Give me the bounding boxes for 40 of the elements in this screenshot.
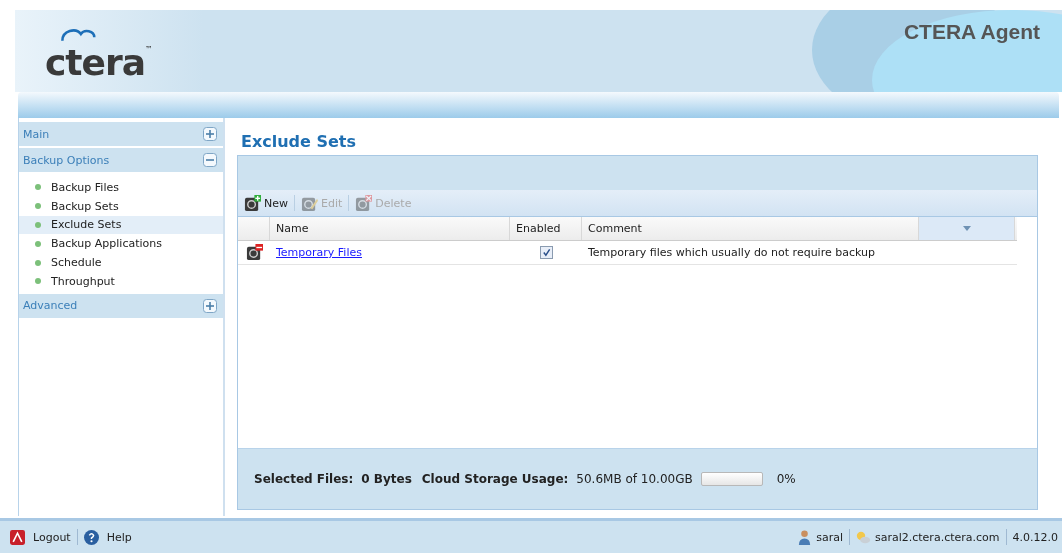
caret-icon: [962, 226, 971, 231]
sidebar-item[interactable]: Throughput: [19, 272, 223, 291]
sidebar-item[interactable]: Backup Sets: [19, 196, 223, 216]
section-label: Backup Options: [23, 153, 110, 167]
section-label: Advanced: [23, 299, 78, 313]
user-icon: [797, 529, 813, 545]
section-label: Main: [23, 127, 50, 141]
table-cell-text: Temporary files which usually do not require backup: [587, 245, 876, 261]
expand-icon[interactable]: [203, 298, 217, 313]
user-name: saral: [816, 530, 843, 544]
sidebar-item[interactable]: Backup Applications: [19, 234, 223, 254]
set-name-link[interactable]: Temporary Files: [276, 246, 362, 259]
expand-icon[interactable]: [203, 127, 217, 141]
sidebar-item[interactable]: Schedule: [19, 253, 223, 272]
help-icon: [83, 529, 99, 545]
server-name: saral2.ctera.ctera.com: [874, 530, 1000, 544]
summary-value: 0 Bytes: [361, 472, 412, 486]
server-icon: [855, 529, 871, 545]
add-icon: [244, 194, 261, 212]
enabled-checkbox[interactable]: [539, 246, 553, 259]
version-number: 4.0.12.0: [1012, 530, 1058, 544]
usage-percent: 0%: [776, 472, 796, 486]
column-header[interactable]: Name: [270, 217, 510, 240]
delete-icon: [355, 194, 373, 212]
logout-icon: [10, 529, 25, 545]
summary-value: 50.6MB of 10.00GB: [576, 472, 693, 486]
collapse-icon[interactable]: [203, 153, 217, 167]
column-header[interactable]: Enabled: [510, 217, 582, 240]
logo: ctera: [45, 45, 145, 81]
summary-label: Selected Files:: [254, 472, 354, 486]
trademark: ™: [145, 45, 153, 54]
sidebar-item[interactable]: Exclude Sets: [19, 215, 223, 235]
logout-link[interactable]: Logout: [10, 529, 71, 545]
summary-label: Cloud Storage Usage:: [421, 472, 569, 486]
exclude-set-icon: [245, 244, 263, 261]
sidebar-item[interactable]: Backup Files: [19, 178, 223, 197]
help-link[interactable]: Help: [83, 529, 132, 545]
toolbar-button[interactable]: New: [242, 194, 290, 212]
product-title: CTERA Agent: [903, 20, 1040, 44]
page-title: Exclude Sets: [240, 132, 358, 151]
